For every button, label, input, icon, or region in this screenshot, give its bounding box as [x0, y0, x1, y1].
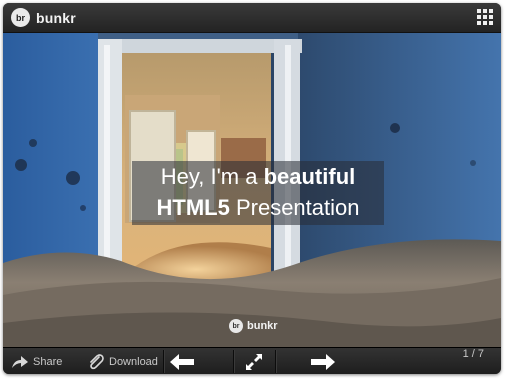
caption-prefix: Hey, I'm a [160, 164, 264, 189]
slide-caption: Hey, I'm a beautiful HTML5 Presentation [132, 161, 384, 225]
toolbar-divider [233, 350, 235, 373]
next-slide-button[interactable] [310, 348, 336, 374]
presentation-viewer: br bunkr Hey, I'm a beautiful HTML5 Pres… [3, 3, 501, 374]
share-icon [12, 355, 28, 368]
share-button[interactable]: Share [11, 348, 62, 374]
bunkr-logo[interactable]: br bunkr [11, 8, 76, 27]
toolbar-divider [163, 350, 165, 373]
grid-menu-icon[interactable] [477, 9, 493, 25]
caption-bold-beautiful: beautiful [263, 164, 356, 189]
arrow-right-icon [311, 353, 335, 370]
top-bar: br bunkr [3, 3, 501, 33]
caption-bold-html5: HTML5 [156, 195, 230, 220]
download-button[interactable]: Download [87, 348, 158, 374]
logo-text: bunkr [36, 9, 76, 26]
caption-suffix: Presentation [229, 195, 360, 220]
toolbar-divider [275, 350, 277, 373]
fullscreen-button[interactable] [245, 348, 263, 374]
download-label: Download [109, 355, 158, 368]
watermark-badge: br [229, 319, 243, 333]
page-counter: 1 / 7 [462, 348, 484, 360]
fullscreen-icon [246, 353, 262, 370]
paperclip-icon [90, 353, 104, 369]
slide-area: Hey, I'm a beautiful HTML5 Presentation … [3, 33, 501, 347]
watermark-text: bunkr [247, 320, 278, 332]
slide-watermark: br bunkr [229, 319, 278, 333]
arrow-left-icon [170, 353, 194, 370]
logo-badge: br [11, 8, 30, 27]
share-label: Share [33, 355, 63, 368]
bottom-toolbar: Share Download 1 / 7 [3, 347, 501, 374]
previous-slide-button[interactable] [169, 348, 195, 374]
